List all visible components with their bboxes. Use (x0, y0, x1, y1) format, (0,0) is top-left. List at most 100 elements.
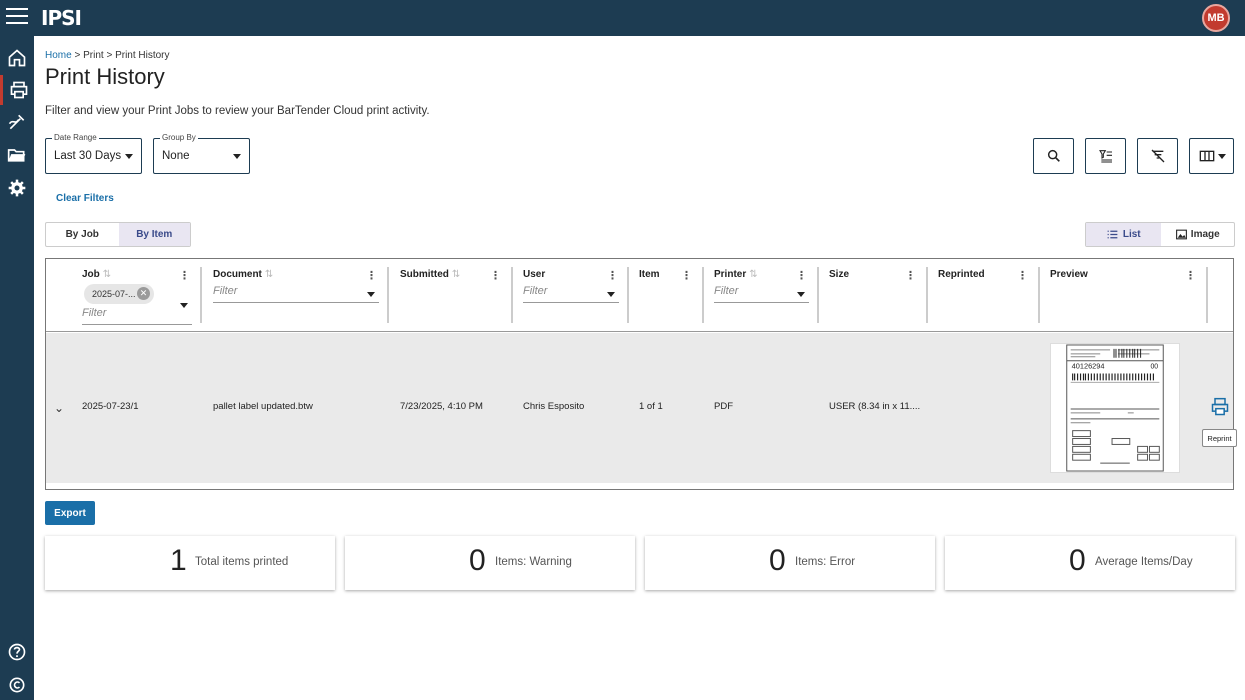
grid-header: Job ⇅ ⋮ 2025-07-... ✕ Filter Document ⇅ ⋮ F… (46, 259, 1233, 332)
column-label: Reprinted (938, 269, 985, 280)
column-label: Job (82, 269, 100, 280)
sort-icon[interactable]: ⇅ (103, 269, 111, 280)
stat-value: 0 (469, 544, 486, 577)
sidebar-item-home[interactable] (0, 43, 34, 73)
job-filter-chip[interactable]: 2025-07-... ✕ (84, 284, 154, 304)
page-subtitle: Filter and view your Print Jobs to revie… (45, 105, 430, 117)
columns-icon (1199, 150, 1214, 162)
breadcrumb-home[interactable]: Home (45, 50, 72, 61)
list-view-button[interactable]: List (1086, 223, 1161, 246)
cell-job: 2025-07-23/1 (82, 401, 139, 412)
list-icon (1107, 230, 1118, 239)
sort-icon[interactable]: ⇅ (265, 269, 273, 280)
image-label: Image (1190, 229, 1220, 240)
column-header-item[interactable]: Item (639, 269, 660, 280)
by-job-tab[interactable]: By Job (46, 223, 119, 246)
column-menu-icon[interactable]: ⋮ (681, 269, 692, 282)
column-menu-icon[interactable]: ⋮ (490, 269, 501, 282)
sort-icon[interactable]: ⇅ (749, 269, 757, 280)
page-title: Print History (45, 64, 165, 89)
stat-card-error: 0 Items: Error (645, 536, 935, 590)
sidebar-item-help[interactable] (0, 637, 34, 667)
search-button[interactable] (1033, 138, 1074, 174)
column-resize-handle[interactable] (627, 267, 629, 323)
column-label: Document (213, 269, 262, 280)
clear-filter-button[interactable] (1137, 138, 1178, 174)
remove-chip-icon[interactable]: ✕ (137, 287, 150, 300)
filter-options-button[interactable] (1085, 138, 1126, 174)
stat-value: 0 (1069, 544, 1086, 577)
column-header-document[interactable]: Document ⇅ (213, 269, 273, 280)
column-menu-icon[interactable]: ⋮ (1185, 269, 1196, 282)
column-header-user[interactable]: User (523, 269, 545, 280)
breadcrumb-print[interactable]: Print (83, 50, 104, 61)
column-menu-icon[interactable]: ⋮ (179, 269, 190, 282)
column-menu-icon[interactable]: ⋮ (366, 269, 377, 282)
column-label: Printer (714, 269, 747, 280)
date-range-value: Last 30 Days (54, 150, 122, 162)
user-filter-input[interactable]: Filter (523, 285, 619, 303)
preview-barcode-text: 40126294 (1072, 362, 1105, 371)
column-header-reprinted[interactable]: Reprinted (938, 269, 985, 280)
filter-placeholder: Filter (213, 285, 238, 297)
column-header-preview[interactable]: Preview (1050, 269, 1088, 280)
caret-down-icon (367, 292, 375, 297)
column-resize-handle[interactable] (387, 267, 389, 323)
column-header-job[interactable]: Job ⇅ (82, 269, 111, 280)
printer-filter-input[interactable]: Filter (714, 285, 809, 303)
settings-icon (8, 179, 26, 197)
user-avatar[interactable]: MB (1202, 4, 1230, 32)
sidebar-item-about[interactable] (0, 670, 34, 700)
stat-label: Total items printed (195, 556, 289, 568)
menu-icon[interactable] (6, 8, 28, 28)
filter-list-icon (1098, 150, 1112, 163)
sidebar-item-design[interactable] (0, 107, 34, 137)
column-resize-handle[interactable] (702, 267, 704, 323)
caret-down-icon (1217, 153, 1226, 159)
column-menu-icon[interactable]: ⋮ (1017, 269, 1028, 282)
column-resize-handle[interactable] (817, 267, 819, 323)
column-label: Item (639, 269, 660, 280)
list-label: List (1122, 229, 1141, 240)
job-filter-input[interactable]: Filter (82, 307, 192, 325)
table-row[interactable]: ⌄ 2025-07-23/1 pallet label updated.btw … (46, 333, 1233, 483)
column-header-size[interactable]: Size (829, 269, 849, 280)
breadcrumb-separator: > (106, 50, 113, 61)
reprint-button[interactable] (1210, 397, 1230, 422)
sidebar-item-files[interactable] (0, 140, 34, 170)
sidebar-item-settings[interactable] (0, 173, 34, 203)
stat-value: 0 (769, 544, 786, 577)
column-resize-handle[interactable] (511, 267, 513, 323)
group-by-label: Group By (160, 133, 198, 142)
sort-icon[interactable]: ⇅ (452, 269, 460, 280)
column-resize-handle[interactable] (926, 267, 928, 323)
group-by-select[interactable]: Group By None (153, 133, 250, 174)
reprint-tooltip: Reprint (1202, 429, 1237, 447)
sidebar-item-print[interactable] (0, 75, 34, 105)
cell-printer: PDF (714, 401, 733, 412)
clear-filters-link[interactable]: Clear Filters (56, 193, 114, 204)
help-icon (8, 643, 26, 661)
label-preview-thumbnail[interactable]: 40126294 00 (1050, 343, 1180, 473)
expand-chevron-icon[interactable]: ⌄ (54, 401, 64, 415)
column-label: User (523, 269, 546, 280)
document-filter-input[interactable]: Filter (213, 285, 379, 303)
column-resize-handle[interactable] (200, 267, 202, 323)
column-resize-handle[interactable] (1038, 267, 1040, 323)
stat-label: Items: Warning (495, 556, 572, 568)
column-menu-icon[interactable]: ⋮ (905, 269, 916, 282)
date-range-select[interactable]: Date Range Last 30 Days (45, 133, 142, 174)
column-menu-icon[interactable]: ⋮ (607, 269, 618, 282)
columns-button[interactable] (1189, 138, 1234, 174)
app-logo[interactable]: IPSI (41, 6, 82, 30)
column-resize-handle[interactable] (1206, 267, 1208, 323)
column-menu-icon[interactable]: ⋮ (796, 269, 807, 282)
column-header-submitted[interactable]: Submitted ⇅ (400, 269, 460, 280)
column-header-printer[interactable]: Printer ⇅ (714, 269, 758, 280)
image-view-button[interactable]: Image (1161, 223, 1235, 246)
top-bar: IPSI MB (0, 0, 1245, 36)
by-item-tab[interactable]: By Item (118, 223, 190, 246)
column-label: Size (829, 269, 850, 280)
export-button[interactable]: Export (45, 501, 95, 525)
copyright-icon (9, 677, 25, 693)
